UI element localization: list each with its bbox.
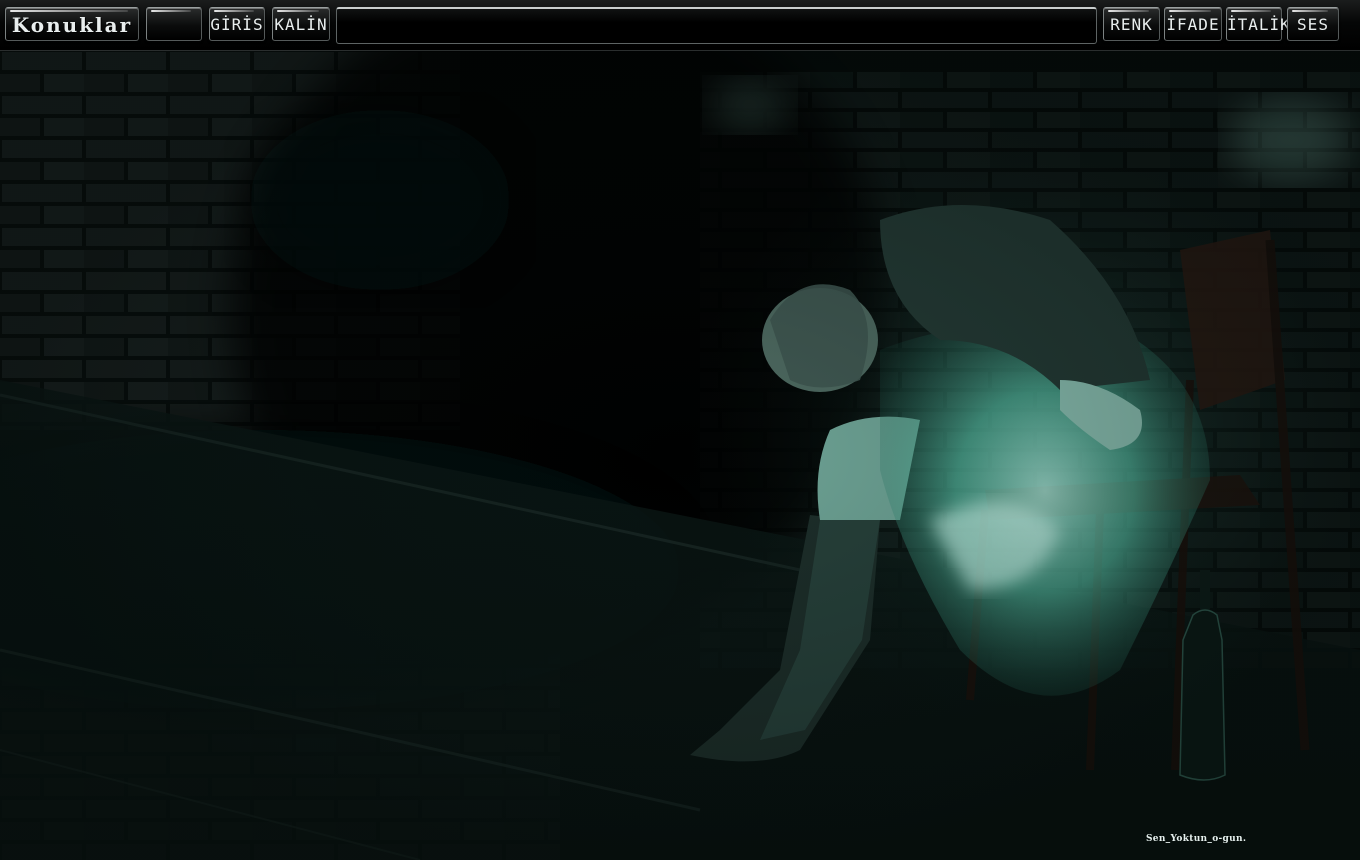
- color-button[interactable]: RENK: [1103, 7, 1160, 41]
- bold-button[interactable]: KALİN: [272, 7, 330, 41]
- background-image: [0, 50, 1360, 860]
- message-input[interactable]: [336, 7, 1097, 44]
- login-button[interactable]: GİRİS: [209, 7, 265, 41]
- guests-button[interactable]: Konuklar: [5, 7, 139, 41]
- chat-window: Konuklar GİRİS KALİN RENK İFADE İTALİK S…: [0, 0, 1360, 860]
- italic-button[interactable]: İTALİK: [1226, 7, 1290, 41]
- sound-button[interactable]: SES: [1287, 7, 1339, 41]
- chat-toolbar: Konuklar GİRİS KALİN RENK İFADE İTALİK S…: [0, 0, 1360, 51]
- artwork-credit: Sen_Yoktun_o-gun.: [1146, 834, 1247, 844]
- emoticon-button[interactable]: İFADE: [1164, 7, 1222, 41]
- blank-button[interactable]: [146, 7, 202, 41]
